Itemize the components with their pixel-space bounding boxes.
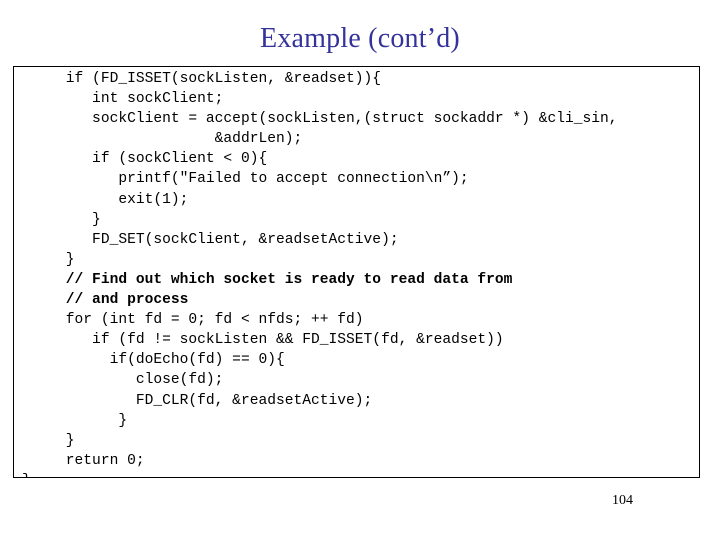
code-line: if (fd != sockListen && FD_ISSET(fd, &re…: [22, 332, 504, 349]
slide-page-number: 104: [612, 493, 633, 508]
code-line: // Find out which socket is ready to rea…: [22, 271, 513, 288]
code-line: return 0;: [22, 452, 145, 469]
code-line: }: [14, 471, 699, 477]
code-line: if(doEcho(fd) == 0){: [22, 352, 285, 369]
code-line: printf("Failed to accept connection\n”);: [22, 171, 469, 188]
slide-canvas: Example (cont’d) if (FD_ISSET(sockListen…: [0, 0, 720, 540]
code-lines-container: if (FD_ISSET(sockListen, &readset)){ int…: [14, 67, 699, 477]
code-listing-box: if (FD_ISSET(sockListen, &readset)){ int…: [13, 66, 700, 478]
code-line: exit(1);: [22, 191, 189, 208]
code-line: &addrLen);: [22, 131, 303, 148]
code-line: }: [22, 432, 75, 449]
code-line: FD_SET(sockClient, &readsetActive);: [22, 231, 399, 248]
code-line: sockClient = accept(sockListen,(struct s…: [22, 111, 618, 128]
code-line: if (sockClient < 0){: [22, 151, 268, 168]
code-line: }: [22, 412, 128, 429]
code-line: int sockClient;: [22, 91, 224, 108]
code-line: for (int fd = 0; fd < nfds; ++ fd): [22, 312, 364, 329]
code-line: // and process: [22, 292, 189, 309]
code-line: }: [22, 211, 101, 228]
code-line: close(fd);: [22, 372, 224, 389]
code-line: }: [22, 251, 75, 268]
page-title: Example (cont’d): [260, 23, 460, 54]
code-line: FD_CLR(fd, &readsetActive);: [22, 392, 373, 409]
code-line: if (FD_ISSET(sockListen, &readset)){: [22, 71, 382, 87]
